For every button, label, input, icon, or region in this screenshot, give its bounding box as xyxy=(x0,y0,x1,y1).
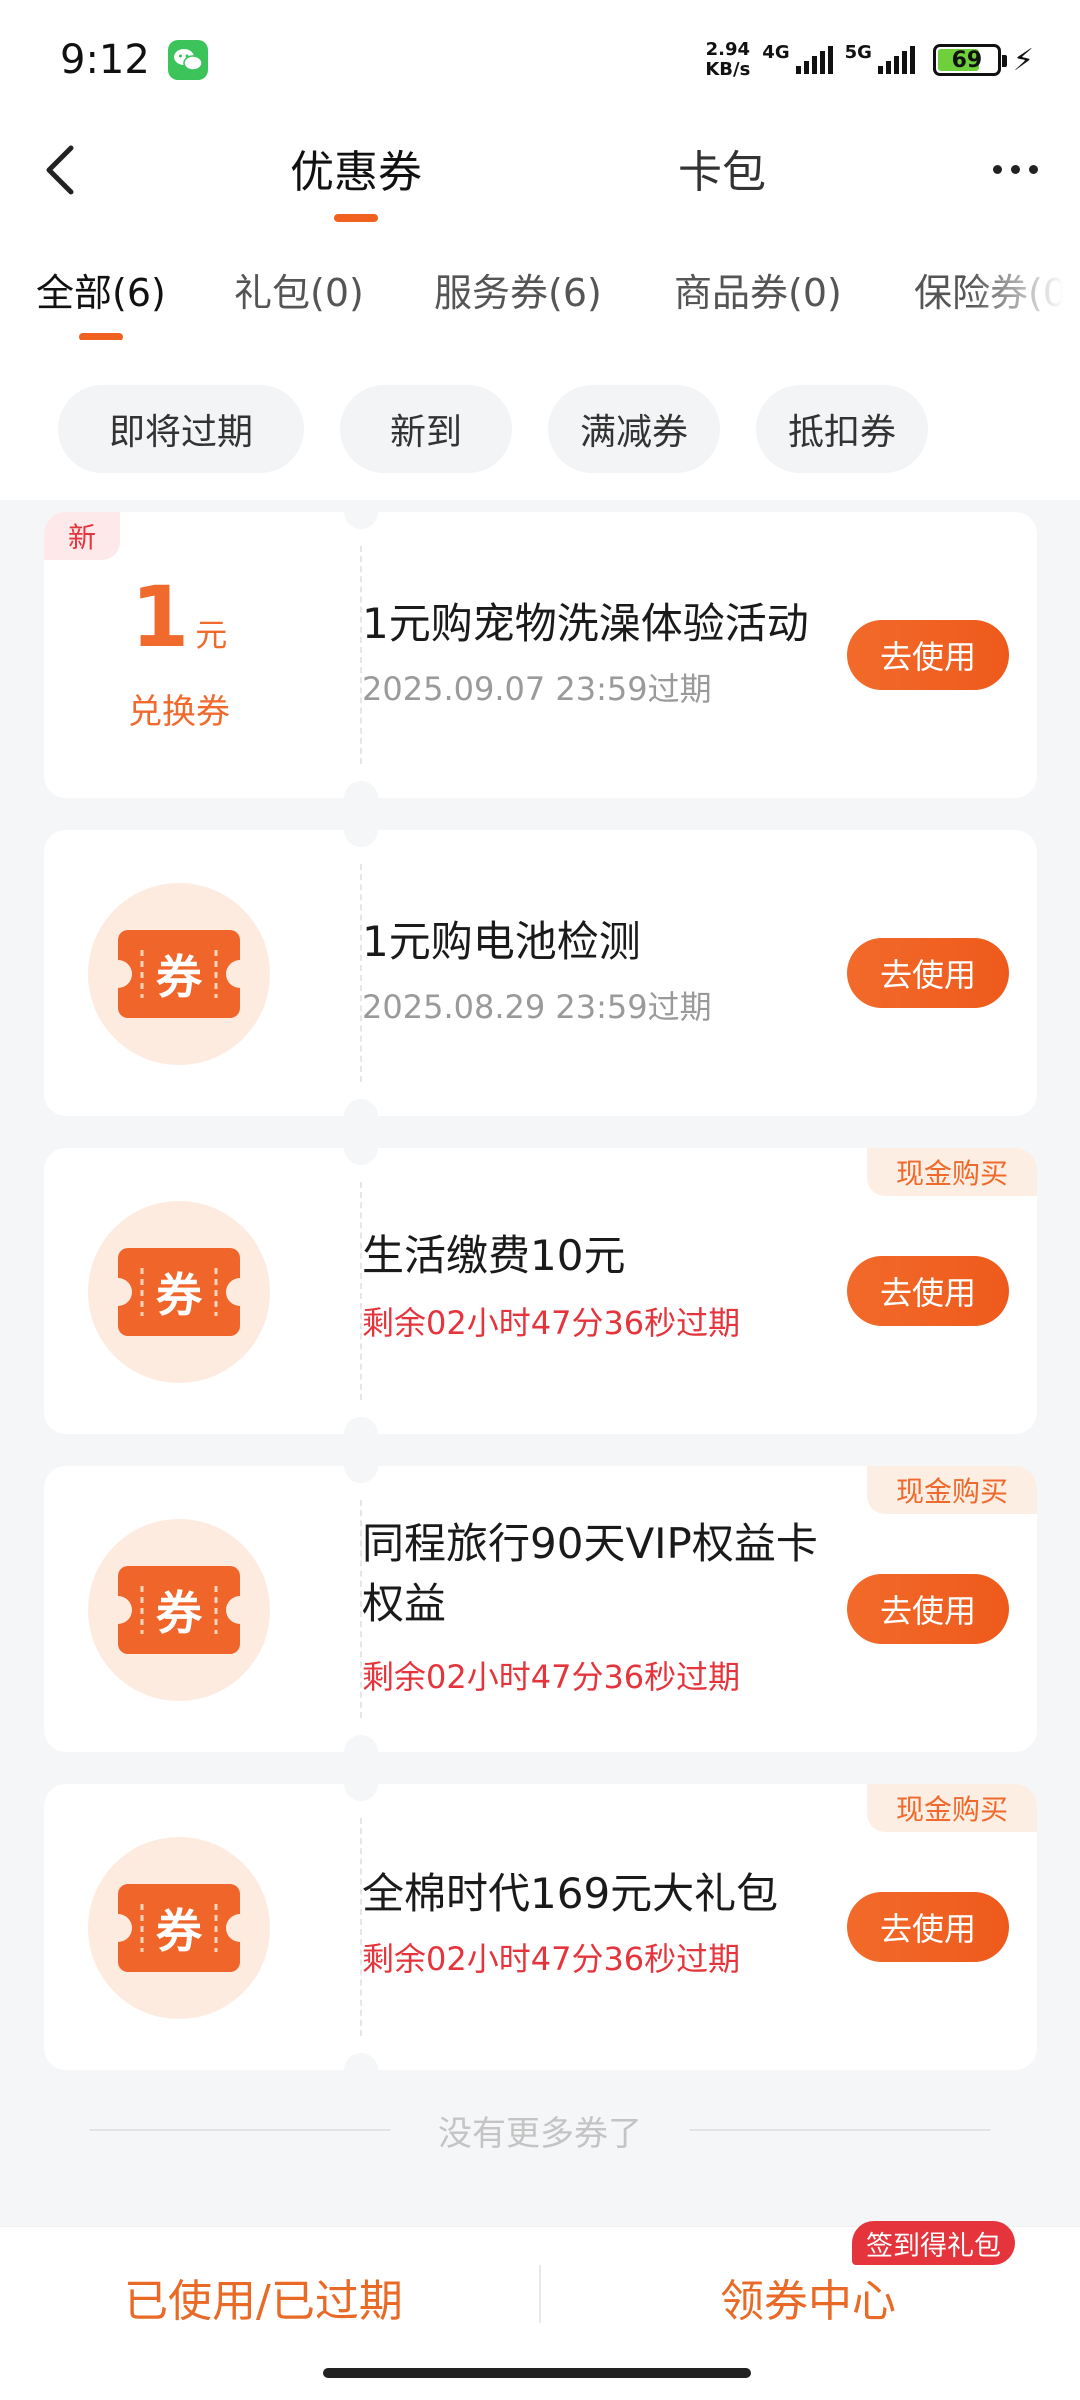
network-type-4g: 4G xyxy=(762,42,790,63)
chip-expiring-soon[interactable]: 即将过期 xyxy=(58,385,304,473)
ticket-icon: 券 xyxy=(88,1519,270,1701)
coupon-center-button[interactable]: 领券中心 xyxy=(720,2265,896,2329)
tab-coupons[interactable]: 优惠券 xyxy=(290,136,422,222)
back-arrow-icon xyxy=(46,145,74,195)
coupon-amount: 1元 兑换券 xyxy=(44,572,314,733)
status-time: 9:12 xyxy=(60,37,150,83)
status-bar: 9:12 2.94 KB/s 4G 5G 69 ⚡ xyxy=(0,0,1080,120)
coupon-countdown: 剩余02小时47分36秒过期 xyxy=(362,1940,741,1978)
cash-purchase-tag: 现金购买 xyxy=(867,1784,1037,1832)
coupon-countdown: 剩余02小时47分36秒过期 xyxy=(362,1304,741,1342)
ticket-icon: 券 xyxy=(88,883,270,1065)
coupon-title: 同程旅行90天VIP权益卡权益 xyxy=(362,1519,818,1628)
category-tab-service[interactable]: 服务券(6) xyxy=(434,262,602,317)
wechat-icon xyxy=(167,40,208,80)
back-button[interactable] xyxy=(30,140,90,200)
chip-new-arrival[interactable]: 新到 xyxy=(340,385,512,473)
status-indicators: 2.94 KB/s 4G 5G 69 ⚡ xyxy=(705,40,1034,80)
category-tabs: 全部(6) 礼包(0) 服务券(6) 商品券(0) 保险券(0 xyxy=(0,250,1080,340)
coupon-card[interactable]: 现金购买 券 同程旅行90天VIP权益卡权益 剩余02小时47分36秒过期 去使… xyxy=(44,1466,1037,1752)
coupon-title: 1元购宠物洗澡体验活动 xyxy=(362,599,809,648)
coupon-expiry: 2025.08.29 23:59过期 xyxy=(362,988,712,1026)
ticket-icon: 券 xyxy=(88,1837,270,2019)
coupon-card[interactable]: 现金购买 券 全棉时代169元大礼包 剩余02小时47分36秒过期 去使用 xyxy=(44,1784,1037,2070)
more-dots-icon[interactable] xyxy=(980,144,1050,194)
coupon-type-label: 兑换券 xyxy=(128,692,230,732)
new-badge: 新 xyxy=(44,512,120,560)
network-type-5g: 5G xyxy=(844,42,872,63)
chip-deduction[interactable]: 抵扣券 xyxy=(756,385,928,473)
use-coupon-button[interactable]: 去使用 xyxy=(847,1574,1009,1644)
category-tab-all[interactable]: 全部(6) xyxy=(36,262,166,340)
no-more-coupons: 没有更多券了 xyxy=(0,2100,1080,2160)
home-indicator[interactable] xyxy=(323,2368,751,2378)
use-coupon-button[interactable]: 去使用 xyxy=(847,1892,1009,1962)
coupon-card[interactable]: 现金购买 券 生活缴费10元 剩余02小时47分36秒过期 去使用 xyxy=(44,1148,1037,1434)
signal-5g-icon xyxy=(877,46,915,74)
battery-level: 69 xyxy=(951,47,983,73)
coupon-card[interactable]: 新 1元 兑换券 1元购宠物洗澡体验活动 2025.09.07 23:59过期 … xyxy=(44,512,1037,798)
sign-in-gift-badge: 签到得礼包 xyxy=(852,2221,1015,2265)
coupon-countdown: 剩余02小时47分36秒过期 xyxy=(362,1658,741,1696)
use-coupon-button[interactable]: 去使用 xyxy=(847,1256,1009,1326)
chip-discount[interactable]: 满减券 xyxy=(548,385,720,473)
category-tab-gift-pack[interactable]: 礼包(0) xyxy=(234,262,364,317)
use-coupon-button[interactable]: 去使用 xyxy=(847,938,1009,1008)
network-speed: 2.94 KB/s xyxy=(705,39,751,80)
coupon-title: 1元购电池检测 xyxy=(362,917,641,966)
cash-purchase-tag: 现金购买 xyxy=(867,1466,1037,1514)
ticket-icon: 券 xyxy=(88,1201,270,1383)
filter-chips: 即将过期 新到 满减券 抵扣券 xyxy=(0,385,1080,473)
signal-4g-icon xyxy=(795,46,833,74)
charging-bolt-icon: ⚡ xyxy=(1012,42,1034,78)
coupon-expiry: 2025.09.07 23:59过期 xyxy=(362,670,712,708)
use-coupon-button[interactable]: 去使用 xyxy=(847,620,1009,690)
category-tab-goods[interactable]: 商品券(0) xyxy=(674,262,842,317)
coupon-title: 全棉时代169元大礼包 xyxy=(362,1869,779,1918)
coupon-card[interactable]: 券 1元购电池检测 2025.08.29 23:59过期 去使用 xyxy=(44,830,1037,1116)
battery-icon: 69 xyxy=(932,44,1007,76)
coupon-list: 新 1元 兑换券 1元购宠物洗澡体验活动 2025.09.07 23:59过期 … xyxy=(0,500,1080,2226)
tab-card-wallet[interactable]: 卡包 xyxy=(678,136,766,200)
header: 优惠券 卡包 xyxy=(0,120,1080,222)
cash-purchase-tag: 现金购买 xyxy=(867,1148,1037,1196)
coupon-title: 生活缴费10元 xyxy=(362,1231,626,1280)
used-expired-button[interactable]: 已使用/已过期 xyxy=(124,2265,403,2329)
